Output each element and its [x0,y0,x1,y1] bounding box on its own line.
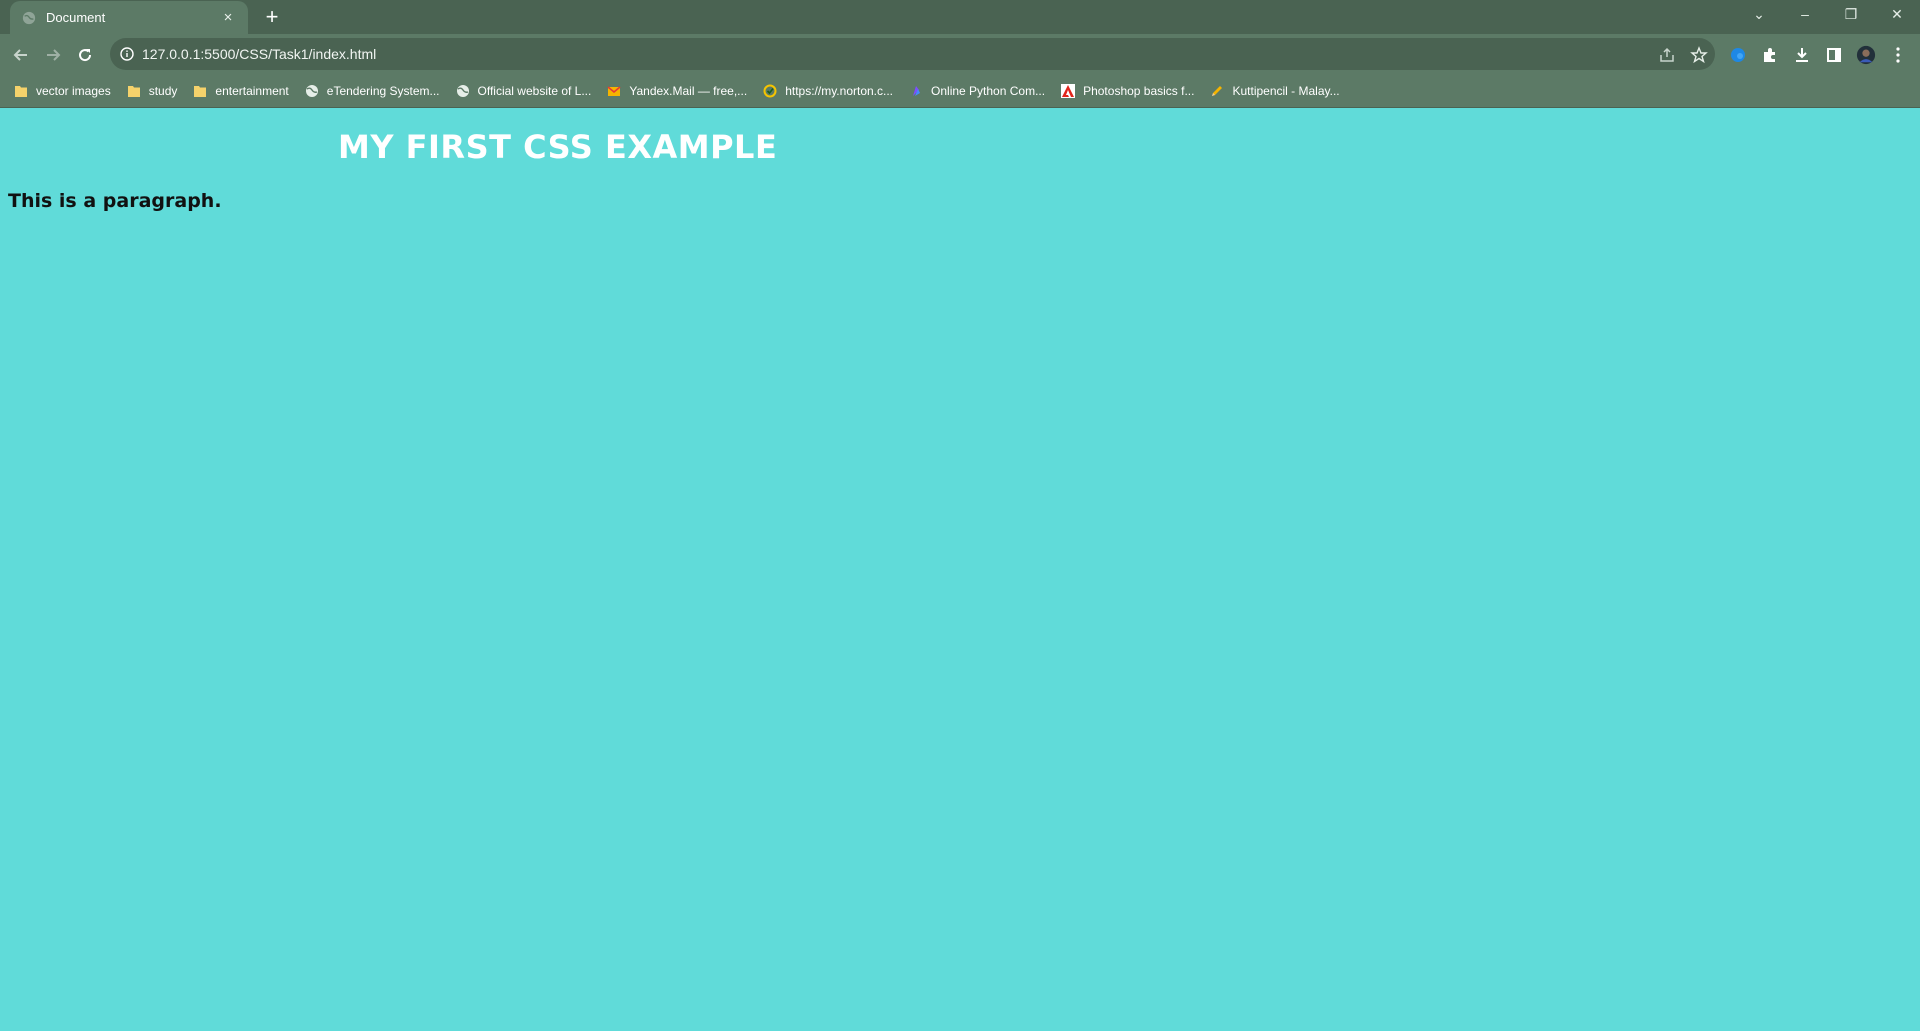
back-button[interactable] [8,42,34,68]
bookmark-label: Online Python Com... [931,84,1046,98]
profile-avatar[interactable] [1856,45,1876,65]
bookmark-item[interactable]: Photoshop basics f... [1061,78,1202,104]
bookmark-label: https://my.norton.c... [785,84,894,98]
bookmark-star-icon[interactable] [1690,46,1708,64]
downloads-button[interactable] [1792,45,1812,65]
avatar-icon [1856,45,1876,65]
arrow-right-icon [47,49,61,61]
bookmark-item[interactable]: https://my.norton.c... [763,78,901,104]
adobe-icon [1061,84,1076,98]
download-icon [1796,48,1808,62]
bookmark-item[interactable]: eTendering System... [305,78,448,104]
bookmark-item[interactable]: study [127,78,186,104]
reload-icon [79,49,92,62]
bookmark-item[interactable]: Official website of L... [456,78,600,104]
share-icon[interactable] [1658,46,1676,64]
browser-toolbar: 127.0.0.1:5500/CSS/Task1/index.html [0,34,1920,75]
bookmark-item[interactable]: Kuttipencil - Malay... [1210,78,1347,104]
pencil-icon [1210,84,1224,98]
bookmark-item[interactable]: vector images [14,78,119,104]
python-icon [909,84,923,98]
page-paragraph: This is a paragraph. [8,190,222,212]
side-panel-button[interactable] [1824,45,1844,65]
tab-search-chevron-icon[interactable]: ⌄ [1736,0,1782,30]
folder-icon [193,84,207,98]
bookmark-label: Kuttipencil - Malay... [1232,84,1340,98]
globe-icon [22,11,36,24]
menu-button[interactable] [1888,45,1908,65]
bookmark-item[interactable]: Online Python Com... [909,78,1053,104]
page-heading: MY FIRST CSS EXAMPLE [338,128,778,166]
page-content: MY FIRST CSS EXAMPLE This is a paragraph… [0,108,1920,1031]
tab-title: Document [46,10,106,25]
restore-button[interactable]: ❐ [1828,0,1874,30]
extension-logo-icon [1731,48,1745,62]
kebab-menu-icon [1896,47,1900,63]
globe-icon [305,84,319,98]
globe-icon [456,84,470,98]
bookmark-item[interactable]: Yandex.Mail — free,... [607,78,755,104]
bookmark-label: Official website of L... [477,84,592,98]
mail-icon [607,84,621,98]
close-window-button[interactable]: ✕ [1874,0,1920,30]
folder-icon [127,84,141,98]
tab-close-icon[interactable]: × [220,9,236,26]
new-tab-button[interactable]: + [260,5,284,29]
bookmark-label: study [148,84,178,98]
bookmark-label: eTendering System... [326,84,440,98]
url-text[interactable]: 127.0.0.1:5500/CSS/Task1/index.html [142,46,376,62]
minimize-button[interactable]: – [1782,0,1828,30]
arrow-left-icon [13,49,27,61]
tab-strip: Document × + ⌄ – ❐ ✕ [0,0,1920,34]
bookmark-item[interactable]: entertainment [193,78,296,104]
forward-button[interactable] [40,42,66,68]
folder-icon [14,84,28,98]
tab-document[interactable]: Document × [10,1,248,34]
bookmark-label: Yandex.Mail — free,... [629,84,748,98]
extensions-button[interactable] [1760,45,1780,65]
bookmark-label: entertainment [215,84,289,98]
edge-extension-icon[interactable] [1728,45,1748,65]
bookmarks-bar: vector images study entertainment eTende… [0,75,1920,108]
bookmark-label: vector images [36,84,111,98]
info-icon[interactable] [120,47,134,61]
puzzle-icon [1764,48,1775,62]
address-bar[interactable]: 127.0.0.1:5500/CSS/Task1/index.html [110,38,1715,70]
reload-button[interactable] [72,42,98,68]
norton-icon [763,84,777,98]
bookmark-label: Photoshop basics f... [1083,84,1195,98]
side-panel-icon [1827,48,1841,62]
